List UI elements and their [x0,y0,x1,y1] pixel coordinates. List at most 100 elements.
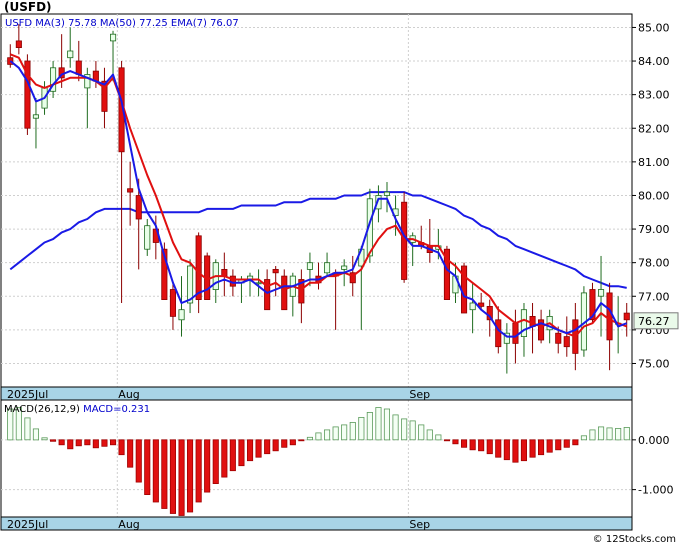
macd-bar [41,437,48,441]
price-axis-label: 85.00 [638,21,670,34]
macd-bar [383,408,390,441]
candle-body [135,195,142,220]
macd-x-axis-band [0,516,633,531]
candle-body [401,201,408,280]
macd-bar [538,439,545,456]
macd-bar [529,439,536,458]
macd-bar [358,416,365,441]
candle-body [195,235,202,301]
macd-bar [315,432,322,441]
watermark: © 12Stocks.com [593,534,676,545]
candle-body [563,336,570,348]
candle-body [144,225,151,250]
price-axis-label: 75.00 [638,357,670,370]
macd-bar [50,439,57,442]
x-axis-label: Sep [409,388,430,401]
candle-body [110,33,117,42]
candle-body [495,319,502,348]
macd-bar [409,420,416,441]
macd-bar [452,439,459,445]
macd-axis-label: 0.000 [638,434,670,447]
macd-bar [503,439,510,461]
legend-item: EMA(7) [168,18,207,29]
macd-bar [349,421,356,441]
candle-body [32,114,39,119]
price-legend: USFD MA(3) 75.78 MA(50) 77.25 EMA(7) 76.… [5,18,239,29]
macd-bar [195,439,202,503]
x-axis-label: 2025Jul [7,518,48,531]
candle-body [67,50,74,59]
macd-bar [246,439,254,462]
macd-bar [486,439,493,455]
legend-item: 77.25 [136,18,168,29]
macd-bar [127,439,134,468]
macd-bar [580,435,587,441]
macd-bar [255,439,262,458]
price-axis-label: 77.00 [638,290,670,303]
legend-item: MA(3) [32,18,65,29]
macd-bar [375,407,382,441]
legend-item: MACD(26,12,9) [4,404,80,415]
macd-bar [101,439,108,447]
price-x-axis-band [0,386,633,401]
macd-bar [289,439,296,446]
macd-bar [67,439,74,450]
macd-bar [460,439,468,448]
macd-bar [229,439,236,472]
chart-title: (USFD) [4,0,52,14]
macd-bar [512,439,519,463]
candle-body [512,322,519,344]
macd-bar [272,439,279,452]
candle-body [478,302,485,307]
macd-bar [58,439,65,446]
macd-bar [469,439,476,451]
macd-bar [118,439,125,456]
candle-body [623,312,630,321]
macd-bar [92,439,99,449]
candle-body [15,40,22,49]
macd-bar [341,424,348,441]
macd-bar [418,424,425,441]
macd-bar [24,417,31,441]
macd-bar [306,436,313,441]
macd-bar [178,439,185,516]
macd-bar [615,427,622,441]
macd-bar [238,439,245,467]
macd-bar [186,439,194,513]
macd-bar [443,439,450,442]
macd-bar [204,439,211,493]
macd-bar [221,439,228,478]
chart-canvas: 85.00 84.00 83.00 82.00 81.00 80.00 79.00 78.00… [0,0,679,545]
macd-bar [392,414,399,441]
price-axis-label: 83.00 [638,89,670,102]
macd-bar [589,429,596,441]
macd-bar [623,426,630,441]
macd-bar [32,428,39,441]
macd-bar [435,434,442,441]
stock-chart: 85.00 84.00 83.00 82.00 81.00 80.00 79.00 78.00… [0,0,680,546]
macd-bar [606,427,613,441]
legend-item: USFD [5,18,32,29]
macd-bar [520,439,527,462]
macd-bar [572,439,579,446]
legend-item: MA(50) [97,18,136,29]
legend-item: 75.78 [65,18,97,29]
candle-body [178,309,185,321]
candle-body [323,262,331,274]
candle-body [469,302,476,311]
macd-bar [75,439,82,447]
macd-bar [161,439,168,509]
macd-bar [426,429,433,441]
candle-body [555,332,562,344]
last-price-text: 76.27 [638,315,670,328]
x-axis-label: 2025Jul [7,388,48,401]
candle-body [272,268,279,274]
legend-item: MACD=0.231 [80,404,150,415]
price-axis-label: 82.00 [638,122,670,135]
macd-bar [332,426,339,441]
price-axis-label: 81.00 [638,156,670,169]
macd-bar [366,411,373,441]
candle-body [598,289,605,297]
x-axis-label: Aug [118,388,139,401]
macd-bar [169,439,177,514]
